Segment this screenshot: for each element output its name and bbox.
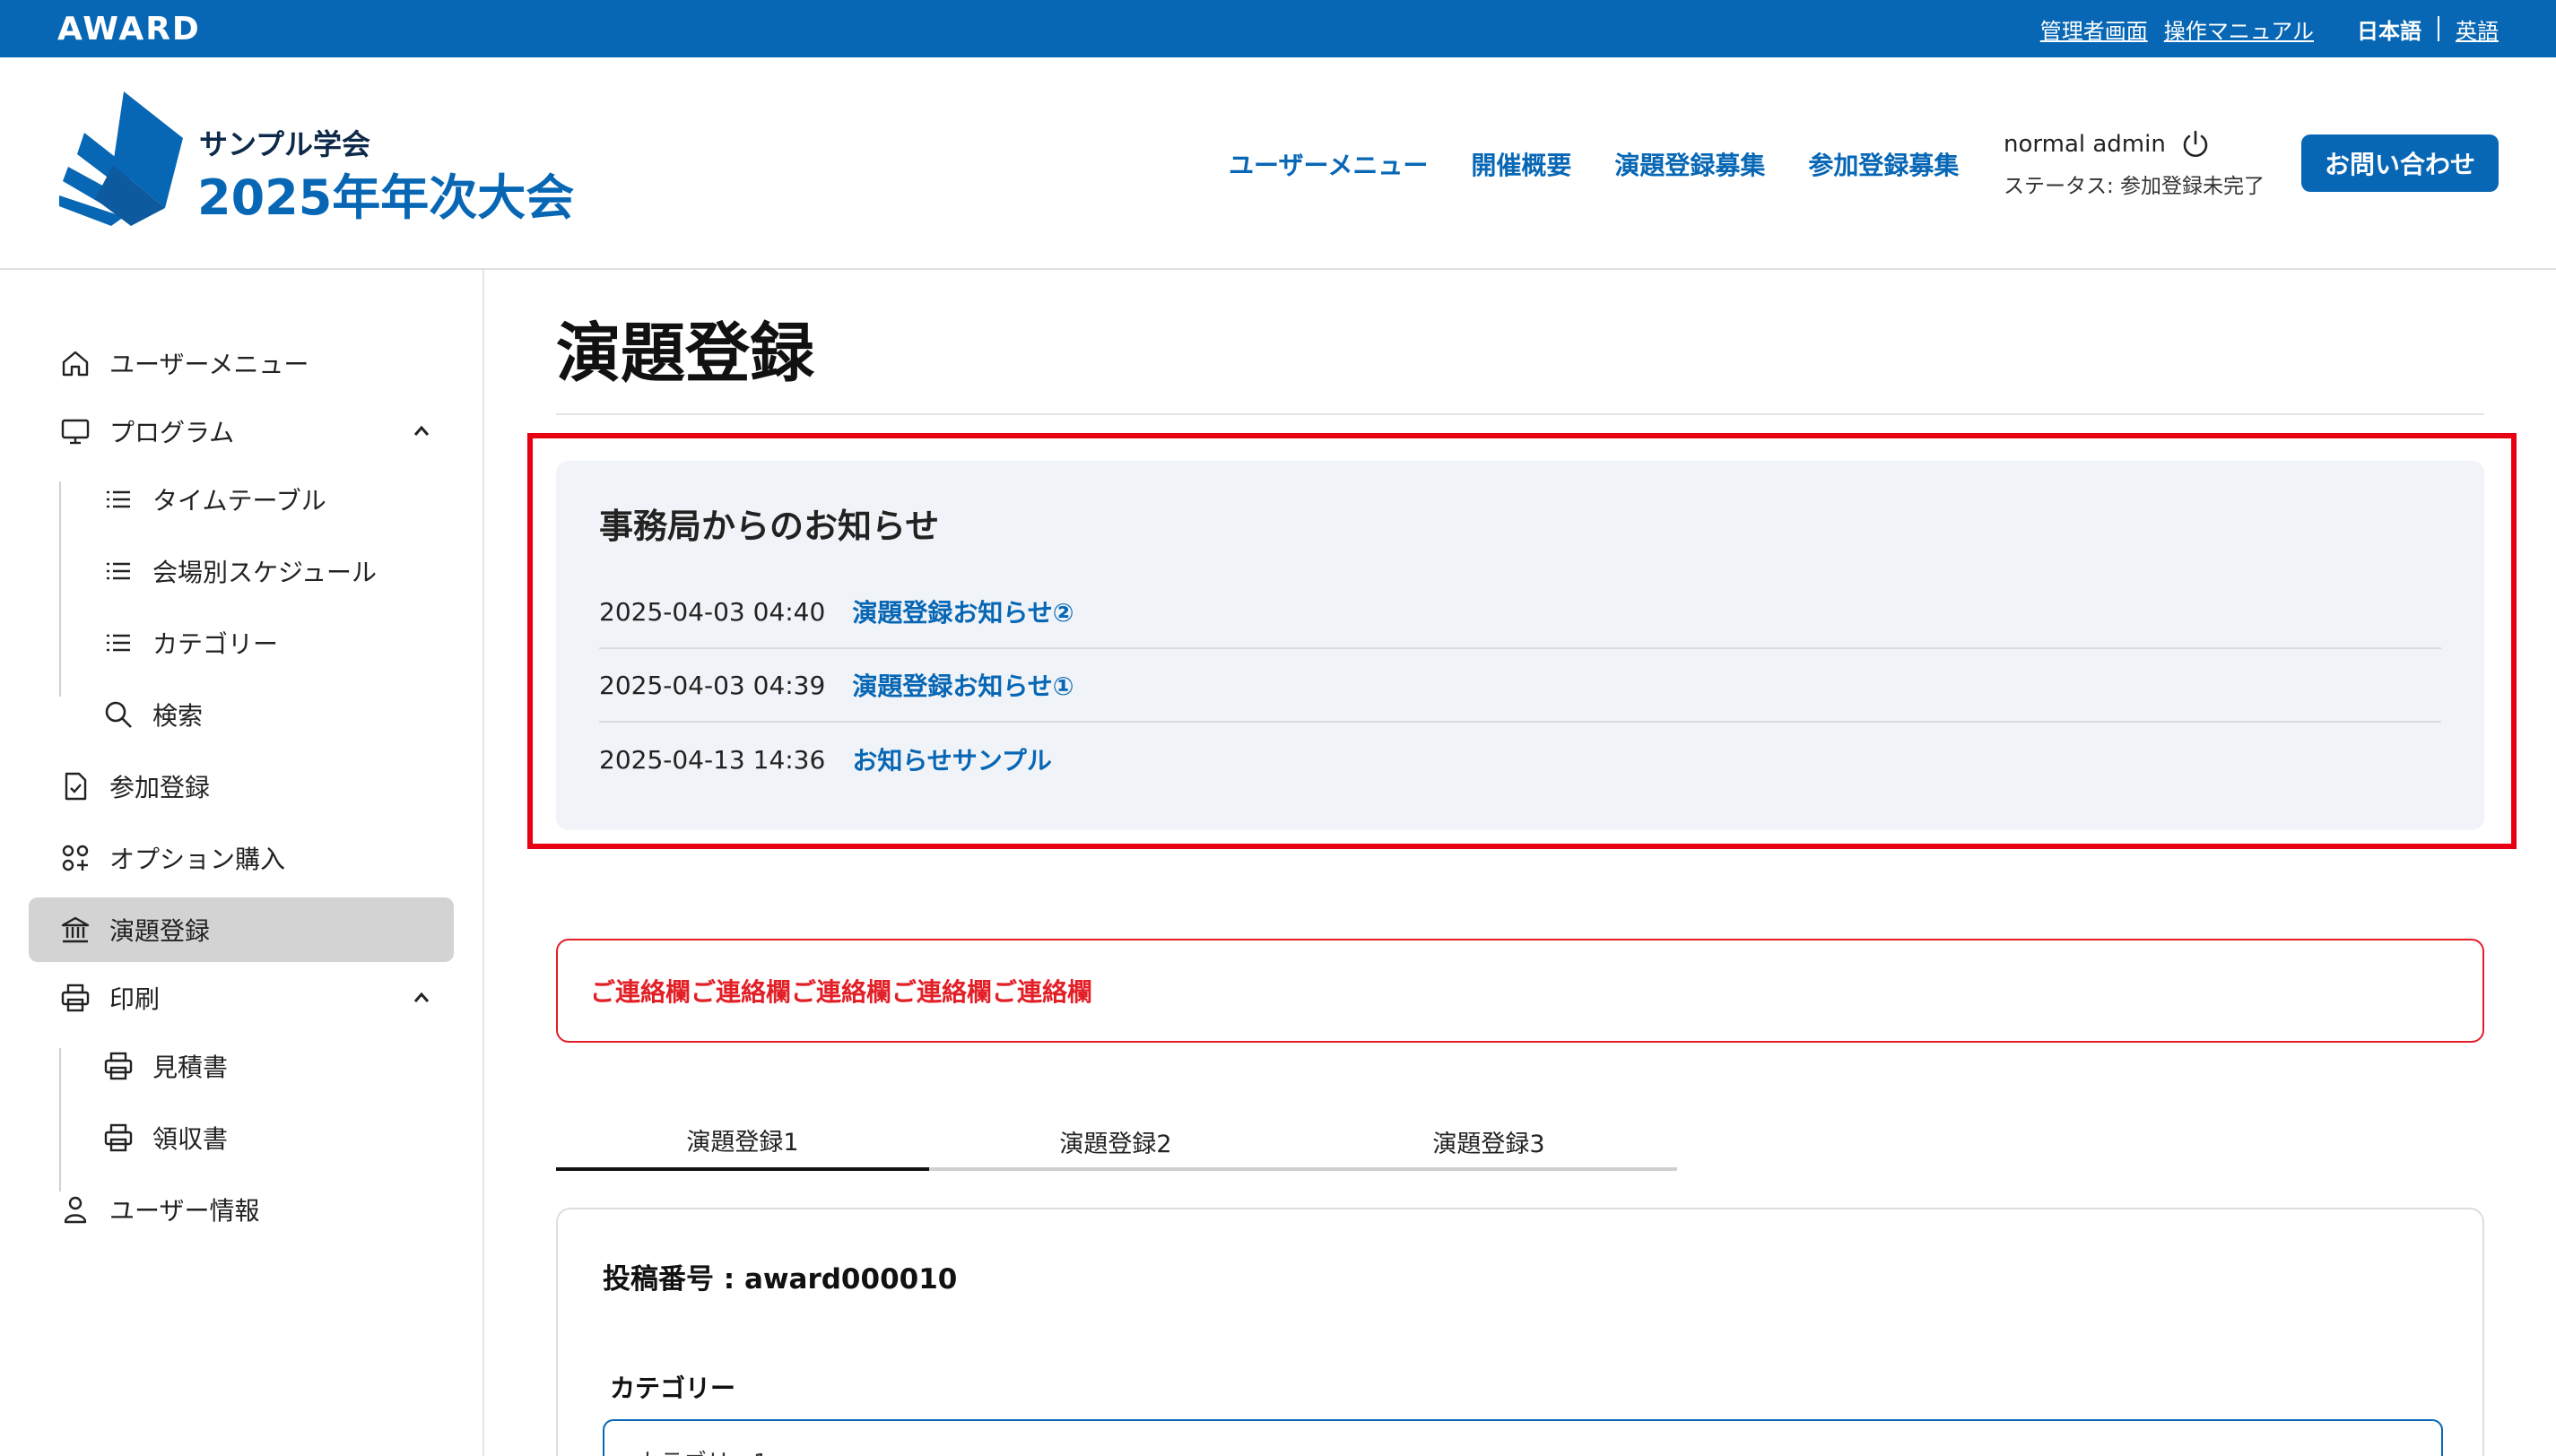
nav-overview[interactable]: 開催概要	[1471, 146, 1571, 182]
notice-panel: 事務局からのお知らせ 2025-04-03 04:40 演題登録お知らせ② 20…	[556, 461, 2484, 830]
chevron-up-icon[interactable]	[409, 419, 434, 444]
notice-date: 2025-04-03 04:40	[599, 596, 826, 627]
lang-japanese[interactable]: 日本語	[2357, 13, 2421, 45]
sidebar-item-label: カテゴリー	[152, 629, 279, 659]
admin-page-link[interactable]: 管理者画面	[2040, 13, 2148, 45]
sidebar-item-estimate[interactable]: 見積書	[29, 1034, 454, 1098]
category-select[interactable]: カテゴリー1	[603, 1419, 2443, 1456]
sidebar-item-timetable[interactable]: タイムテーブル	[29, 467, 454, 532]
search-icon	[100, 697, 136, 732]
notice-link[interactable]: 演題登録お知らせ①	[852, 667, 1074, 703]
notice-row: 2025-04-13 14:36 お知らせサンプル	[599, 723, 2441, 796]
user-icon	[57, 1192, 93, 1227]
sidebar-item-search[interactable]: 検索	[29, 682, 454, 747]
sidebar-item-label: タイムテーブル	[152, 486, 326, 516]
sidebar-item-category[interactable]: カテゴリー	[29, 611, 454, 675]
abstract-form-card: 投稿番号 : award000010 カテゴリー カテゴリー1	[556, 1208, 2484, 1456]
list-icon	[100, 481, 136, 517]
list-icon	[100, 553, 136, 589]
lang-divider	[2438, 16, 2439, 41]
monitor-icon	[57, 413, 93, 449]
chevron-up-icon[interactable]	[409, 985, 434, 1010]
sidebar-item-user-info[interactable]: ユーザー情報	[29, 1177, 454, 1242]
site-header: サンプル学会 2025年年次大会 ユーザーメニュー 開催概要 演題登録募集 参加…	[0, 57, 2556, 270]
sidebar-item-venue-schedule[interactable]: 会場別スケジュール	[29, 539, 454, 603]
tab-abstract-3[interactable]: 演題登録3	[1302, 1112, 1675, 1171]
notice-row: 2025-04-03 04:39 演題登録お知らせ①	[599, 649, 2441, 723]
title-divider	[556, 413, 2484, 415]
sidebar-item-label: 検索	[152, 701, 204, 731]
nav-user-menu[interactable]: ユーザーメニュー	[1229, 146, 1428, 182]
sidebar-item-label: ユーザー情報	[109, 1196, 260, 1226]
sidebar-item-label: 見積書	[152, 1053, 229, 1082]
sidebar-item-label: 印刷	[109, 984, 161, 1014]
lang-english-link[interactable]: 英語	[2456, 13, 2499, 45]
notice-date: 2025-04-13 14:36	[599, 744, 826, 775]
home-icon	[57, 345, 93, 381]
award-logo[interactable]: AWARD	[57, 11, 201, 48]
contact-button[interactable]: お問い合わせ	[2301, 134, 2499, 192]
sidebar: ユーザーメニュー プログラム タイムテーブル 会場別スケジュール カテゴリー 検…	[0, 270, 484, 1456]
nav-registration-call[interactable]: 参加登録募集	[1808, 146, 1959, 182]
page-title: 演題登録	[556, 316, 815, 391]
brand-logo[interactable]: サンプル学会 2025年年次大会	[59, 91, 579, 235]
abstract-tabs: 演題登録1 演題登録2 演題登録3	[556, 1112, 1677, 1171]
conference-logo-icon	[59, 91, 183, 226]
contact-notice-box: ご連絡欄ご連絡欄ご連絡欄ご連絡欄ご連絡欄	[556, 939, 2484, 1043]
sidebar-item-label: オプション購入	[109, 845, 286, 874]
notice-link[interactable]: 演題登録お知らせ②	[852, 594, 1074, 629]
top-utility-bar: AWARD 管理者画面 操作マニュアル 日本語 英語	[0, 0, 2556, 57]
sidebar-item-receipt[interactable]: 領収書	[29, 1105, 454, 1170]
list-icon	[100, 625, 136, 661]
registration-status: ステータス: 参加登録未完了	[2004, 175, 2265, 198]
notice-title: 事務局からのお知らせ	[599, 507, 940, 546]
printer-icon	[57, 980, 93, 1016]
power-icon[interactable]	[2180, 129, 2211, 160]
notice-link[interactable]: お知らせサンプル	[852, 741, 1052, 777]
sidebar-item-label: 参加登録	[109, 773, 211, 802]
tab-abstract-2[interactable]: 演題登録2	[929, 1112, 1302, 1171]
grid-plus-icon	[57, 840, 93, 876]
sidebar-item-label: ユーザーメニュー	[109, 350, 309, 379]
sidebar-item-program[interactable]: プログラム	[29, 399, 454, 464]
user-name: normal admin	[2004, 131, 2166, 158]
printer-icon	[100, 1048, 136, 1084]
category-label: カテゴリー	[610, 1374, 736, 1403]
submission-number: 投稿番号 : award000010	[603, 1263, 958, 1296]
notice-date: 2025-04-03 04:39	[599, 670, 826, 700]
sidebar-item-user-menu[interactable]: ユーザーメニュー	[29, 331, 454, 395]
printer-icon	[100, 1120, 136, 1156]
tab-abstract-1[interactable]: 演題登録1	[556, 1112, 929, 1171]
main-nav: ユーザーメニュー 開催概要 演題登録募集 参加登録募集	[1229, 57, 1959, 270]
notice-row: 2025-04-03 04:40 演題登録お知らせ②	[599, 576, 2441, 649]
sidebar-item-label: 会場別スケジュール	[152, 558, 378, 587]
utility-links: 管理者画面 操作マニュアル 日本語 英語	[2040, 0, 2499, 57]
sidebar-item-registration[interactable]: 参加登録	[29, 754, 454, 819]
sidebar-item-abstract[interactable]: 演題登録	[29, 897, 454, 962]
user-info: normal admin ステータス: 参加登録未完了	[2004, 129, 2300, 199]
document-check-icon	[57, 768, 93, 804]
bank-icon	[57, 912, 93, 948]
event-name: 2025年年次大会	[197, 169, 575, 226]
sidebar-item-label: プログラム	[109, 418, 235, 447]
contact-notice-text: ご連絡欄ご連絡欄ご連絡欄ご連絡欄ご連絡欄	[590, 977, 1093, 1007]
sidebar-item-label: 領収書	[152, 1124, 229, 1154]
sidebar-item-print[interactable]: 印刷	[29, 966, 454, 1030]
nav-abstract-call[interactable]: 演題登録募集	[1614, 146, 1765, 182]
sidebar-item-label: 演題登録	[109, 916, 211, 946]
sidebar-item-options[interactable]: オプション購入	[29, 826, 454, 890]
manual-link[interactable]: 操作マニュアル	[2164, 13, 2314, 45]
